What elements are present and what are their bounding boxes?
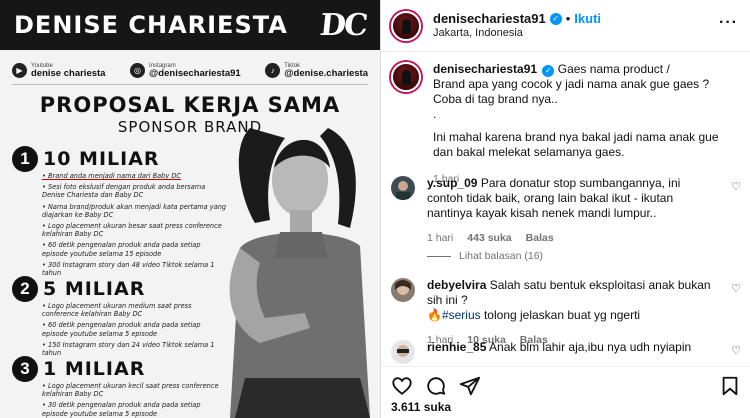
- social-handle: @denisechariesta91: [149, 67, 241, 79]
- avatar[interactable]: [391, 176, 415, 200]
- bookmark-icon[interactable]: [719, 375, 741, 397]
- hashtag-link[interactable]: #serius: [442, 308, 481, 322]
- divider-line: [427, 255, 451, 257]
- tier-bullet: 60 detik pengenalan produk anda pada set…: [42, 241, 227, 257]
- tier-amount: 5 MILIAR: [43, 278, 146, 300]
- post-image[interactable]: DENISE CHARIESTA DC ▶ Youtube denise cha…: [0, 0, 380, 418]
- view-replies-button[interactable]: Lihat balasan (16): [427, 250, 543, 262]
- social-handle: denise chariesta: [31, 67, 106, 79]
- comment-username[interactable]: debyelvira: [427, 278, 486, 292]
- social-tiktok: ♪ Tiktok @denise.chariesta: [265, 63, 368, 79]
- youtube-icon: ▶: [12, 63, 27, 78]
- comment-text: Anak blm lahir aja,ibu nya udh nyiapin: [489, 340, 692, 354]
- fire-emoji-icon: 🔥: [427, 308, 442, 322]
- caption-username[interactable]: denisechariesta91: [433, 62, 537, 76]
- social-handle: @denise.chariesta: [284, 67, 368, 79]
- likes-count[interactable]: 3.611 suka: [391, 400, 451, 414]
- tier-bullet: Nama brand/produk akan menjadi kata pert…: [42, 203, 227, 219]
- tier-bullet: 300 Instagram story dan 48 video Tiktok …: [42, 261, 227, 277]
- comment-username[interactable]: y.sup_09: [427, 176, 477, 190]
- tier-3: 3 1 MILIAR Logo placement ukuran kecil s…: [12, 356, 227, 418]
- caption-line: .: [433, 107, 437, 121]
- comment-item: y.sup_09 Para donatur stop sumbangannya,…: [391, 176, 741, 246]
- post-location[interactable]: Jakarta, Indonesia: [433, 27, 601, 41]
- follow-button[interactable]: Ikuti: [574, 11, 601, 27]
- tier-bullet: 30 detik pengenalan produk anda pada set…: [42, 401, 227, 417]
- caption-line: Ini mahal karena brand nya bakal jadi na…: [433, 130, 719, 159]
- share-icon[interactable]: [459, 375, 481, 397]
- post-header: denisechariesta91 ✓ • Ikuti Jakarta, Ind…: [381, 0, 750, 52]
- caption-line: Brand apa yang cocok y jadi nama anak gu…: [433, 77, 710, 106]
- social-youtube: ▶ Youtube denise chariesta: [12, 63, 105, 79]
- heart-icon[interactable]: [391, 375, 413, 397]
- tier-bullet: 60 detik pengenalan produk anda pada set…: [42, 321, 227, 337]
- tier-bullet: Sesi foto ekslusif dengan produk anda be…: [42, 183, 227, 199]
- comment-text: tolong jelaskan buat yg ngerti: [480, 308, 641, 322]
- tier-bullet: Logo placement ukuran kecil saat press c…: [42, 382, 227, 398]
- tier-1: 1 10 MILIAR Brand anda menjadi nama dari…: [12, 146, 227, 277]
- instagram-icon: ◎: [130, 63, 146, 78]
- comment-likes[interactable]: 443 suka: [467, 231, 511, 246]
- poster-header: DENISE CHARIESTA DC: [0, 0, 380, 50]
- post-username[interactable]: denisechariesta91: [433, 11, 546, 27]
- comment-username[interactable]: rienhie_85: [427, 340, 486, 354]
- avatar[interactable]: [391, 62, 421, 92]
- poster-title: PROPOSAL KERJA SAMA: [39, 93, 341, 117]
- tier-amount: 10 MILIAR: [43, 148, 160, 170]
- heart-icon[interactable]: ♡: [731, 180, 741, 193]
- separator-dot: •: [565, 10, 571, 26]
- poster-logo: DC: [318, 7, 368, 43]
- view-replies-label: Lihat balasan (16): [459, 250, 544, 262]
- heart-icon[interactable]: ♡: [731, 282, 741, 295]
- poster-socials: ▶ Youtube denise chariesta ◎ Instagram @…: [12, 59, 368, 85]
- tier-amount: 1 MILIAR: [43, 358, 146, 380]
- tier-bullet: Logo placement ukuran besar saat press c…: [42, 222, 227, 238]
- tier-bullet: Logo placement ukuran medium saat press …: [42, 302, 227, 318]
- post-actions: [381, 366, 750, 396]
- avatar[interactable]: [391, 10, 421, 41]
- caption-line: Gaes nama product /: [557, 62, 670, 76]
- tier-number: 1: [12, 146, 38, 172]
- post-caption: denisechariesta91 ✓ Gaes nama product / …: [381, 52, 750, 187]
- verified-badge-icon: ✓: [542, 64, 555, 77]
- verified-badge-icon: ✓: [549, 12, 562, 25]
- heart-icon[interactable]: ♡: [731, 344, 741, 357]
- comment-time: 1 hari: [427, 232, 454, 244]
- tiktok-icon: ♪: [265, 63, 281, 78]
- avatar[interactable]: [391, 278, 415, 302]
- more-options-icon[interactable]: ···: [719, 14, 738, 32]
- tier-bullet: 150 Instagram story dan 24 video Tiktok …: [42, 341, 227, 357]
- poster-name: DENISE CHARIESTA: [14, 11, 288, 39]
- tier-number: 3: [12, 356, 38, 382]
- tier-2: 2 5 MILIAR Logo placement ukuran medium …: [12, 276, 227, 357]
- avatar[interactable]: [391, 340, 415, 364]
- instagram-panel: denisechariesta91 ✓ • Ikuti Jakarta, Ind…: [380, 0, 750, 418]
- reply-button[interactable]: Balas: [526, 231, 554, 246]
- tier-number: 2: [12, 276, 38, 302]
- comment-item: rienhie_85 Anak blm lahir aja,ibu nya ud…: [391, 340, 741, 364]
- model-photo: [229, 128, 370, 418]
- comment-icon[interactable]: [425, 375, 447, 397]
- tier-bullet: Brand anda menjadi nama dari Baby DC: [42, 172, 227, 180]
- comment-item: debyelvira Salah satu bentuk eksploitasi…: [391, 278, 741, 348]
- social-instagram: ◎ Instagram @denisechariesta91: [130, 63, 241, 79]
